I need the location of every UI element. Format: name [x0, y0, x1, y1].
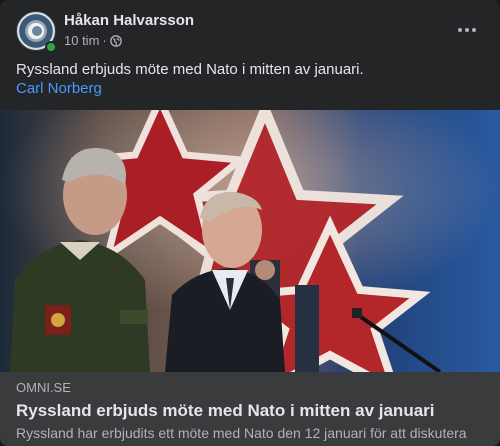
author-name[interactable]: Håkan Halvarsson [64, 12, 194, 30]
meta-separator: · [102, 33, 107, 48]
post-header: Håkan Halvarsson 10 tim · [0, 0, 500, 58]
link-title[interactable]: Ryssland erbjuds möte med Nato i mitten … [16, 400, 435, 421]
more-dot [472, 28, 476, 32]
post-meta: 10 tim · [64, 33, 122, 49]
more-dot [465, 28, 469, 32]
online-status-icon [45, 41, 57, 53]
link-preview-image[interactable] [0, 110, 500, 372]
link-domain: OMNI.SE [16, 380, 71, 395]
link-description: Ryssland har erbjudits ett möte med Nato… [16, 425, 467, 441]
post-text: Ryssland erbjuds möte med Nato i mitten … [16, 61, 364, 78]
news-photo [0, 110, 500, 372]
tagged-person-link[interactable]: Carl Norberg [16, 79, 102, 98]
post-timestamp[interactable]: 10 tim [64, 33, 99, 49]
more-options-icon [458, 28, 462, 32]
more-options-button[interactable] [452, 18, 482, 42]
facebook-post: Håkan Halvarsson 10 tim · Ryssland erbju… [0, 0, 500, 446]
globe-icon[interactable] [109, 35, 122, 47]
avatar-emblem [30, 24, 44, 38]
